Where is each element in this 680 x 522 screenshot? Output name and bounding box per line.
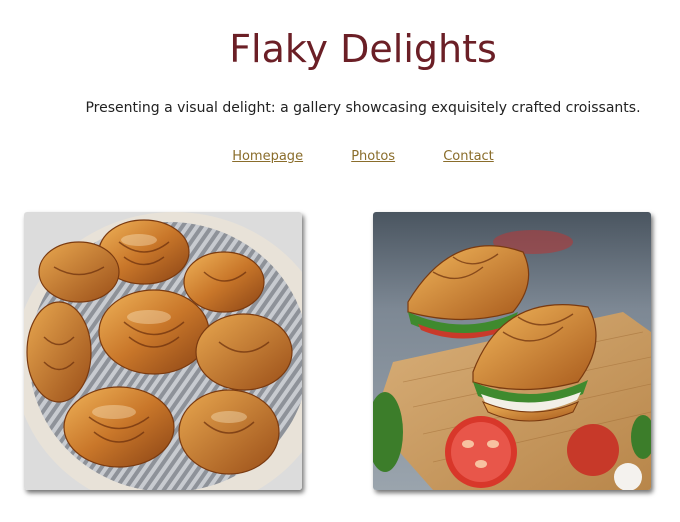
main-nav: Homepage Photos Contact bbox=[0, 148, 680, 166]
croissant-sandwich-image bbox=[373, 212, 651, 490]
gallery-photo-croissant-basket[interactable] bbox=[24, 212, 302, 490]
nav-link-homepage[interactable]: Homepage bbox=[232, 149, 303, 164]
nav-link-contact[interactable]: Contact bbox=[443, 149, 494, 164]
gallery-photo-croissant-sandwich[interactable] bbox=[373, 212, 651, 490]
nav-link-photos[interactable]: Photos bbox=[351, 149, 395, 164]
site-title: Flaky Delights bbox=[229, 27, 497, 71]
page: Flaky Delights Presenting a visual delig… bbox=[0, 0, 680, 522]
site-tagline: Presenting a visual delight: a gallery s… bbox=[85, 100, 641, 116]
croissant-basket-image bbox=[24, 212, 302, 490]
